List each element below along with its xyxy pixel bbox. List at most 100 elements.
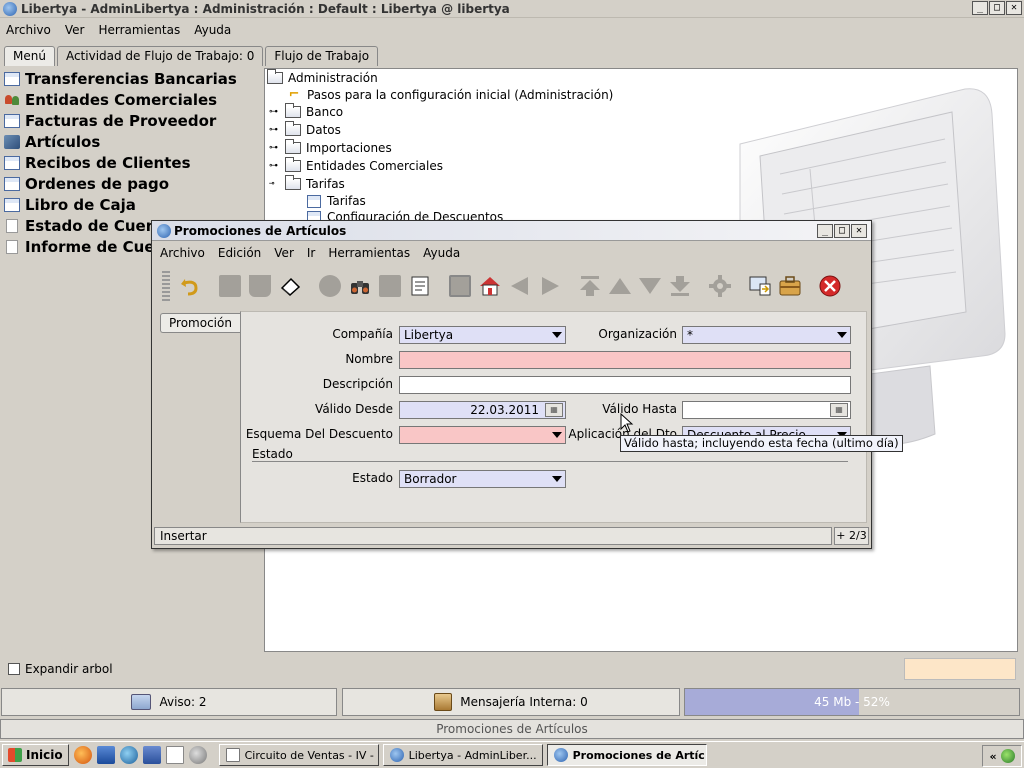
menu-item-recibos[interactable]: Recibos de Clientes (4, 152, 264, 173)
thunderbird-icon[interactable] (119, 746, 138, 764)
mensajeria-button[interactable]: Mensajería Interna: 0 (342, 688, 680, 716)
esquema-select[interactable] (399, 426, 566, 444)
tree-item-datos[interactable]: ⊶ Datos (269, 121, 341, 139)
dialog-minimize-button[interactable]: _ (817, 224, 833, 238)
eraser-icon (280, 277, 301, 296)
parent-record-button[interactable] (506, 271, 534, 301)
tab-promocion[interactable]: Promoción (160, 313, 240, 333)
expand-tree-option[interactable]: Expandir arbol (8, 662, 113, 676)
menu-item-articulos[interactable]: Artículos (4, 131, 264, 152)
tree-item-tarifas[interactable]: ⊸ Tarifas (269, 175, 345, 193)
last-record-button[interactable] (666, 271, 694, 301)
refresh-button[interactable] (316, 271, 344, 301)
tab-flujo-trabajo[interactable]: Flujo de Trabajo (265, 46, 379, 66)
tab-actividad-flujo[interactable]: Actividad de Flujo de Trabajo: 0 (56, 46, 264, 66)
valido-hasta-input[interactable]: ▦ (682, 401, 851, 419)
dialog-title-bar[interactable]: Promociones de Artículos _ □ ✕ (152, 221, 871, 241)
menu-item-libro-caja[interactable]: Libro de Caja (4, 194, 264, 215)
compania-select[interactable]: Libertya (399, 326, 566, 344)
settings-gear-icon[interactable] (188, 746, 207, 764)
expand-tree-checkbox[interactable] (8, 663, 20, 675)
collapse-icon[interactable]: ⊸ (269, 179, 283, 189)
arrow-up-icon (609, 278, 631, 294)
aviso-button[interactable]: Aviso: 2 (1, 688, 337, 716)
menu-item-ordenes[interactable]: Ordenes de pago (4, 173, 264, 194)
calendar-icon[interactable]: ▦ (830, 403, 848, 417)
tree-root-administracion[interactable]: Administración (267, 69, 378, 87)
toolbar-grip[interactable] (162, 271, 170, 301)
expand-icon[interactable]: ⊶ (269, 143, 283, 153)
estado-select[interactable]: Borrador (399, 470, 566, 488)
new-record-icon (249, 275, 271, 297)
section-divider (252, 461, 848, 462)
report-button[interactable] (746, 271, 774, 301)
find-button[interactable] (346, 271, 374, 301)
grid-toggle-button[interactable] (406, 271, 434, 301)
dialog-menu-archivo[interactable]: Archivo (160, 246, 205, 260)
home-button[interactable] (476, 271, 504, 301)
expand-icon[interactable]: ⊶ (269, 125, 283, 135)
memory-bar[interactable]: 45 Mb - 52% (684, 688, 1020, 716)
task-circuito-ventas[interactable]: Circuito de Ventas - IV - ... (218, 744, 379, 766)
folder-icon (285, 121, 301, 136)
previous-record-button[interactable] (606, 271, 634, 301)
calendar-icon[interactable]: ▦ (545, 403, 563, 417)
dialog-menu-ir[interactable]: Ir (307, 246, 315, 260)
tree-label: Tarifas (327, 194, 366, 208)
notepad-icon[interactable] (165, 746, 184, 764)
dialog-menu-ayuda[interactable]: Ayuda (423, 246, 460, 260)
copy-record-button[interactable] (276, 271, 304, 301)
first-record-button[interactable] (576, 271, 604, 301)
tree-item-pasos[interactable]: ⌐ Pasos para la configuración inicial (Ad… (287, 86, 614, 104)
attachment-button[interactable] (376, 271, 404, 301)
close-button[interactable]: ✕ (1006, 1, 1022, 15)
descripcion-input[interactable] (399, 376, 851, 394)
menu-archivo[interactable]: Archivo (6, 23, 51, 37)
record-counter[interactable]: + 2/3 (834, 527, 869, 545)
new-record-button[interactable] (246, 271, 274, 301)
tab-menu[interactable]: Menú (4, 46, 55, 66)
dialog-menu-herramientas[interactable]: Herramientas (328, 246, 410, 260)
compania-label: Compañía (332, 327, 393, 341)
search-box[interactable] (904, 658, 1016, 680)
nombre-input[interactable] (399, 351, 851, 369)
dialog-close-button[interactable]: ✕ (851, 224, 867, 238)
task-promociones[interactable]: Promociones de Artíc... (546, 744, 707, 766)
app-quicklaunch-icon[interactable] (142, 746, 161, 764)
detail-record-button[interactable] (536, 271, 564, 301)
menu-ver[interactable]: Ver (65, 23, 85, 37)
menu-item-entidades[interactable]: Entidades Comerciales (4, 89, 264, 110)
menu-ayuda[interactable]: Ayuda (194, 23, 231, 37)
undo-button[interactable] (176, 271, 204, 301)
start-button[interactable]: Inicio (2, 744, 69, 766)
valido-desde-input[interactable]: 22.03.2011 ▦ (399, 401, 566, 419)
dialog-menu-ver[interactable]: Ver (274, 246, 294, 260)
network-globe-icon[interactable] (1000, 749, 1015, 763)
minimize-button[interactable]: _ (972, 1, 988, 15)
help-button[interactable] (216, 271, 244, 301)
tree-item-banco[interactable]: ⊶ Banco (269, 103, 343, 121)
tree-item-entidades[interactable]: ⊶ Entidades Comerciales (269, 157, 443, 175)
menu-item-transferencias[interactable]: Transferencias Bancarias (4, 68, 264, 89)
menu-herramientas[interactable]: Herramientas (98, 23, 180, 37)
task-libertya-main[interactable]: Libertya - AdminLiber... (382, 744, 543, 766)
next-record-button[interactable] (636, 271, 664, 301)
tray-expand-button[interactable]: « (989, 750, 996, 763)
process-button[interactable] (706, 271, 734, 301)
dialog-menu-edicion[interactable]: Edición (218, 246, 261, 260)
firefox-icon[interactable] (73, 746, 92, 764)
ie-icon[interactable] (96, 746, 115, 764)
dialog-maximize-button[interactable]: □ (834, 224, 850, 238)
expand-icon[interactable]: ⊶ (269, 161, 283, 171)
maximize-button[interactable]: □ (989, 1, 1005, 15)
menu-item-facturas[interactable]: Facturas de Proveedor (4, 110, 264, 131)
delete-button[interactable] (816, 271, 844, 301)
tree-item-importaciones[interactable]: ⊶ Importaciones (269, 139, 392, 157)
history-button[interactable] (446, 271, 474, 301)
archive-button[interactable] (776, 271, 804, 301)
expand-icon[interactable]: ⊶ (269, 107, 283, 117)
organizacion-select[interactable]: * (682, 326, 851, 344)
dialog-window-controls: _ □ ✕ (817, 224, 867, 238)
tree-label: Importaciones (306, 141, 392, 155)
arrow-right-icon (542, 277, 559, 295)
